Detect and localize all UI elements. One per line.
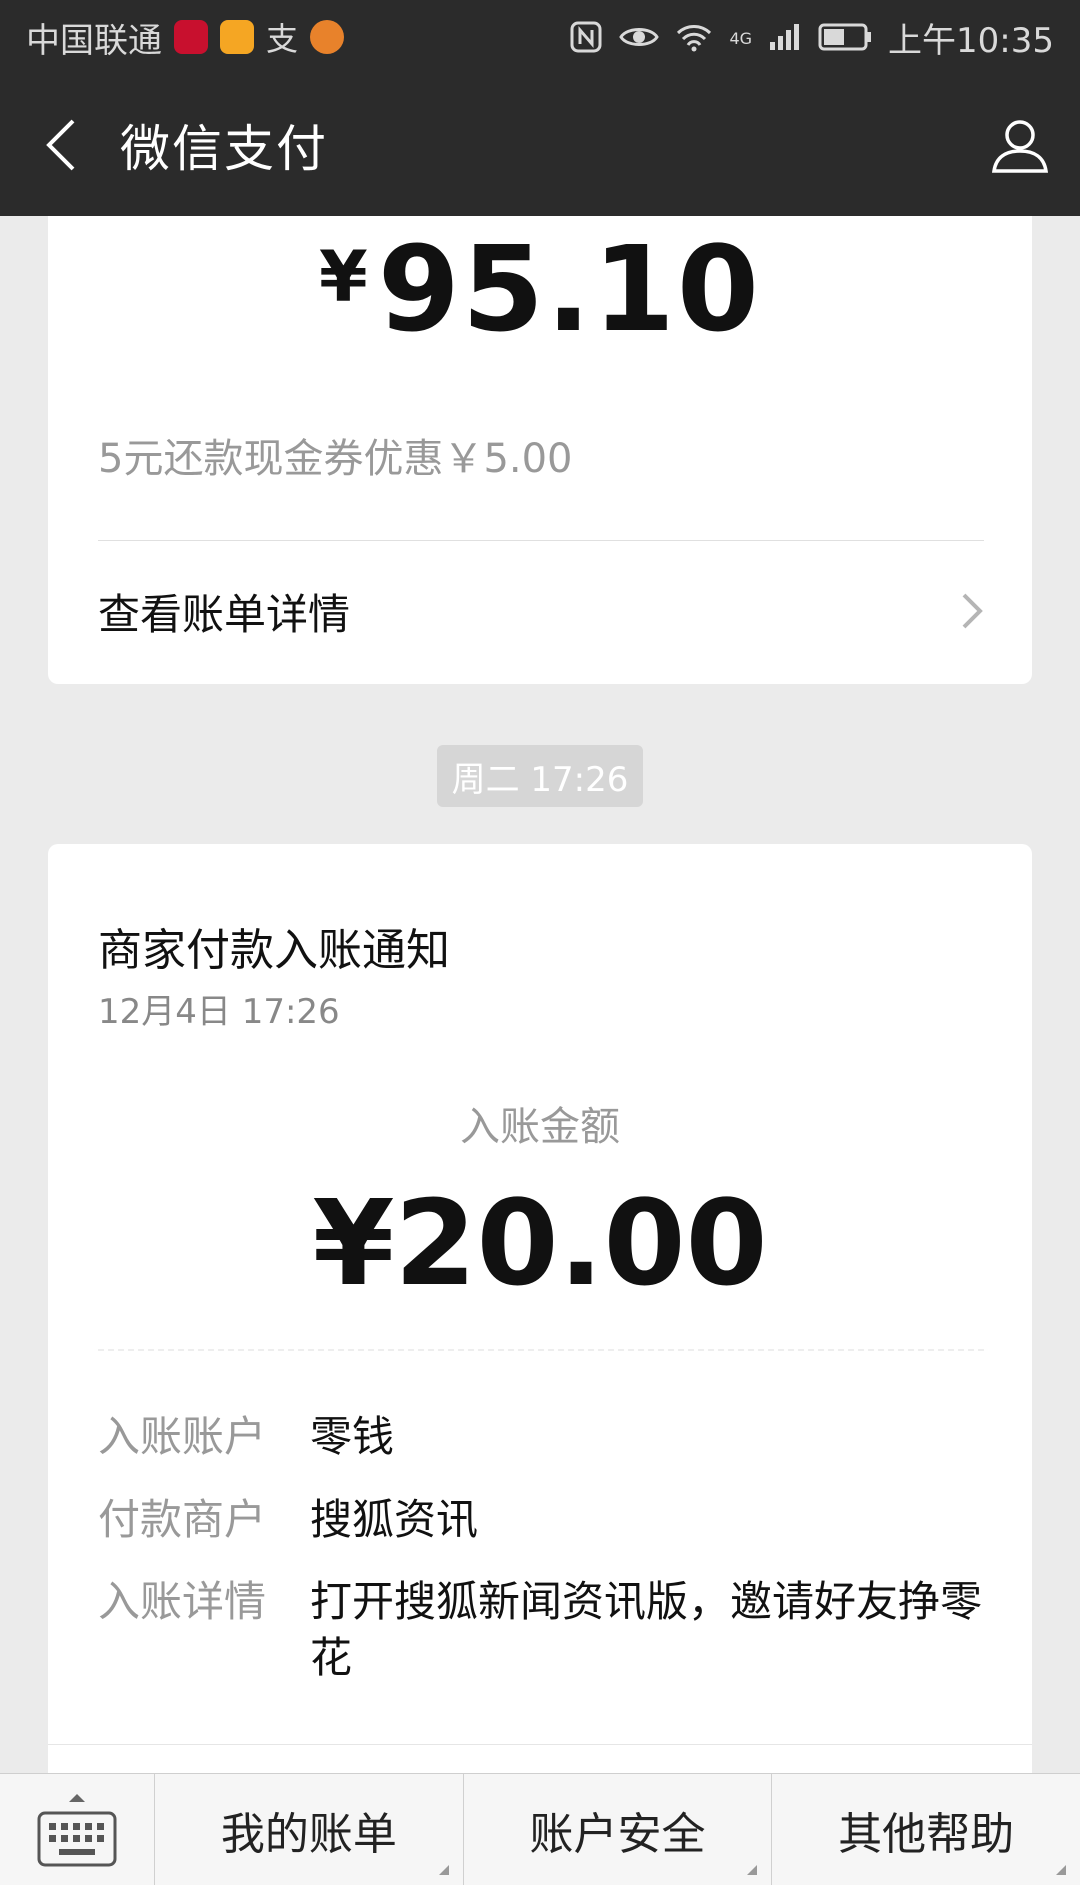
tab-label: 我的账单	[220, 1808, 397, 1860]
chevron-up-icon	[69, 1794, 85, 1802]
coupon-text: 5元还款现金券优惠￥5.00	[98, 436, 573, 482]
clock-label: 上午10:35	[888, 20, 1054, 61]
nfc-icon	[570, 21, 602, 53]
status-bar: 中国联通 支 4G 上午10:35	[0, 0, 1080, 74]
huawei-app-icon	[174, 20, 208, 54]
payment-amount: ¥95.10	[48, 220, 1032, 358]
timestamp-badge: 周二 17:26	[437, 745, 643, 807]
tab-account-security[interactable]: 账户安全	[464, 1774, 773, 1885]
submenu-indicator-icon	[438, 1865, 449, 1875]
battery-icon	[818, 23, 872, 51]
info-row-detail: 入账详情 打开搜狐新闻资讯版，邀请好友挣零花	[98, 1574, 984, 1686]
alipay-app-icon: 支	[266, 20, 299, 58]
tab-label: 账户安全	[529, 1808, 706, 1860]
received-amount-label: 入账金额	[460, 1104, 620, 1150]
tab-label: 其他帮助	[838, 1808, 1015, 1860]
mascot-app-icon	[310, 20, 345, 54]
signal-icon	[770, 24, 800, 50]
page-title: 微信支付	[120, 120, 328, 178]
keyboard-icon	[37, 1811, 117, 1867]
user-icon	[991, 120, 1049, 173]
submenu-indicator-icon	[747, 1865, 758, 1875]
orange-app-icon	[220, 20, 254, 54]
divider	[48, 1744, 1032, 1745]
payment-amount-value: 95.10	[377, 220, 761, 358]
chevron-right-icon	[962, 593, 983, 629]
tab-my-bills[interactable]: 我的账单	[155, 1774, 464, 1885]
network-type-label: 4G	[729, 28, 753, 48]
back-button[interactable]	[0, 74, 120, 216]
eye-icon	[619, 28, 660, 46]
tab-other-help[interactable]: 其他帮助	[772, 1774, 1080, 1885]
status-right: 4G 上午10:35	[569, 13, 1054, 62]
bill-detail-link[interactable]: 查看账单详情	[48, 541, 1032, 681]
dashed-divider	[98, 1349, 984, 1351]
keyboard-toggle-button[interactable]	[0, 1774, 155, 1885]
carrier-label: 中国联通	[26, 20, 162, 61]
bill-detail-label: 查看账单详情	[98, 589, 351, 639]
nav-bar: 微信支付	[0, 74, 1080, 216]
chevron-left-icon	[46, 119, 75, 171]
info-key: 入账账户	[98, 1412, 267, 1461]
info-value: 打开搜狐新闻资讯版，邀请好友挣零花	[310, 1577, 983, 1682]
bottom-menu-bar: 我的账单 账户安全 其他帮助	[0, 1773, 1080, 1885]
payment-currency: ¥	[319, 236, 370, 318]
received-amount: ¥20.00	[312, 1174, 768, 1312]
notice-card[interactable]: 商家付款入账通知 12月4日 17:26 入账金额 ¥20.00 入账账户 零钱…	[48, 844, 1032, 1885]
info-value: 零钱	[310, 1412, 395, 1461]
user-button[interactable]	[960, 74, 1080, 216]
notice-title: 商家付款入账通知	[98, 925, 450, 976]
submenu-indicator-icon	[1056, 1865, 1067, 1875]
info-row-account: 入账账户 零钱	[98, 1409, 984, 1465]
payment-card: ¥95.10 5元还款现金券优惠￥5.00 查看账单详情	[48, 216, 1032, 684]
wifi-icon	[677, 25, 712, 52]
status-left: 中国联通 支	[26, 13, 345, 62]
info-row-merchant: 付款商户 搜狐资讯	[98, 1492, 984, 1548]
info-key: 付款商户	[98, 1495, 267, 1544]
notice-date: 12月4日 17:26	[98, 992, 340, 1032]
info-key: 入账详情	[98, 1577, 267, 1626]
info-value: 搜狐资讯	[310, 1495, 479, 1544]
